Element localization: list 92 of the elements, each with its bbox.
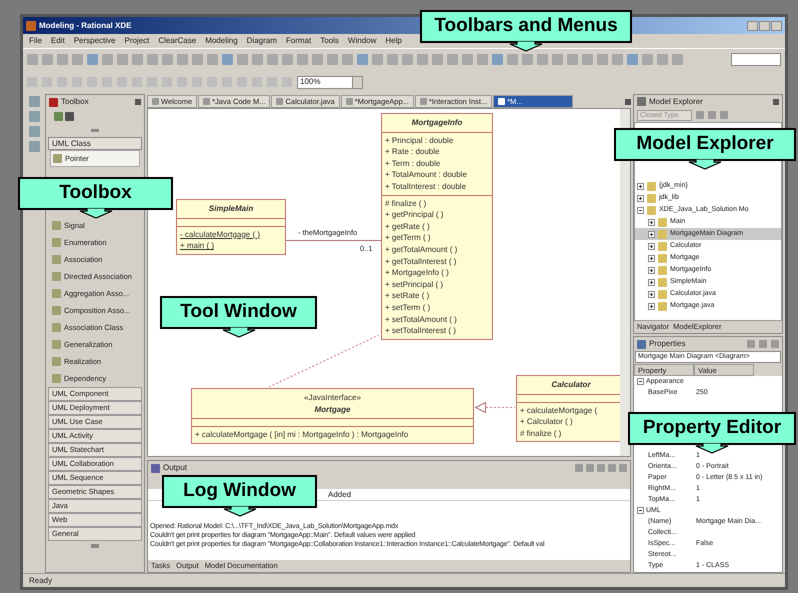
- class-operation: + calculateMortgage (: [520, 404, 598, 416]
- expand-icon[interactable]: [648, 230, 655, 238]
- class-operation: + MortgageInfo ( ): [385, 267, 450, 279]
- class-operation: + Calculator ( ): [520, 416, 574, 428]
- callout-label: Property Editor: [628, 412, 796, 445]
- callout-label: Toolbox: [18, 177, 173, 210]
- scroll-down-icon[interactable]: [91, 544, 99, 548]
- panel-title: Output: [163, 462, 188, 474]
- app-icon[interactable]: [26, 20, 36, 30]
- menu-item[interactable]: Perspective: [74, 35, 116, 47]
- callout-arrow-icon: [509, 41, 543, 52]
- minimize-icon[interactable]: [747, 20, 758, 30]
- realization-arrow: [475, 402, 515, 413]
- expand-icon[interactable]: [648, 290, 655, 298]
- class-operation: # finalize ( ): [520, 428, 562, 440]
- class-operation: - calculateMortgage ( ): [180, 228, 262, 240]
- class-operation: + getTerm ( ): [385, 232, 432, 244]
- menu-item[interactable]: Edit: [50, 35, 65, 47]
- close-icon[interactable]: [771, 20, 782, 30]
- expand-icon[interactable]: [637, 194, 644, 202]
- class-operation: + getTotalAmount ( ): [385, 244, 458, 256]
- class-attribute: + Principal : double: [385, 134, 454, 146]
- status-text: Ready: [29, 574, 52, 586]
- callout-arrow-icon: [222, 506, 256, 517]
- class-operation: + setPrincipal ( ): [385, 278, 444, 290]
- search-field[interactable]: [731, 53, 781, 66]
- menu-item[interactable]: Modeling: [205, 35, 238, 47]
- expand-icon[interactable]: [648, 266, 655, 274]
- tree-icon[interactable]: [637, 97, 646, 106]
- menu-item[interactable]: Project: [124, 35, 150, 47]
- panel-title: Model Explorer: [649, 96, 703, 108]
- class-operation: + calculateMortgage ( [in] mi : MortgageInfo ) : MortgageInfo: [195, 429, 410, 441]
- expand-icon[interactable]: [648, 242, 655, 250]
- menu-item[interactable]: ClearCase: [158, 35, 196, 47]
- callout-label: Tool Window: [160, 296, 317, 329]
- class-name: Mortgage: [314, 404, 352, 416]
- collapse-icon[interactable]: [637, 378, 644, 385]
- menu-item[interactable]: Diagram: [246, 35, 277, 47]
- class-attribute: + Rate : double: [385, 146, 440, 158]
- side-tab-icon[interactable]: [28, 141, 40, 152]
- output-icon[interactable]: [151, 464, 160, 472]
- side-tab-icon[interactable]: [28, 96, 40, 107]
- menu-item[interactable]: Window: [348, 35, 376, 47]
- class-operation: + setTerm ( ): [385, 302, 432, 314]
- expand-icon[interactable]: [648, 278, 655, 286]
- scroll-up-icon[interactable]: [91, 128, 99, 132]
- side-tab-icon[interactable]: [28, 126, 40, 137]
- class-operation: + getPrincipal ( ): [385, 209, 444, 221]
- callout-arrow-icon: [695, 443, 729, 454]
- callout-arrow-icon: [688, 159, 722, 170]
- expand-icon[interactable]: [648, 254, 655, 262]
- toolbox-icon[interactable]: [49, 98, 58, 106]
- class-operation: + setTotalInterest ( ): [385, 325, 457, 337]
- window-title: Modeling - Rational XDE: [39, 20, 132, 32]
- side-tab-icon[interactable]: [28, 111, 40, 122]
- class-name: SimpleMain: [208, 203, 254, 215]
- callout-label: Model Explorer: [614, 128, 796, 161]
- column-header: Added: [328, 488, 352, 500]
- class-stereotype: «JavaInterface»: [303, 392, 362, 404]
- menu-item[interactable]: Tools: [320, 35, 339, 47]
- menu-item[interactable]: Help: [385, 35, 402, 47]
- class-attribute: + Term : double: [385, 158, 442, 170]
- class-operation: + getTotalInterest ( ): [385, 256, 458, 268]
- toolbox-group-header[interactable]: UML Class: [48, 137, 142, 150]
- panel-title: Properties: [649, 338, 686, 350]
- tool-icon[interactable]: [53, 154, 62, 163]
- class-operation: + getRate ( ): [385, 220, 431, 232]
- class-operation: + main ( ): [180, 240, 216, 252]
- callout-label: Toolbars and Menus: [420, 10, 632, 43]
- class-attribute: + TotalInterest : double: [385, 180, 468, 193]
- panel-title: Toolbox: [61, 96, 89, 108]
- class-name: Calculator: [550, 379, 592, 391]
- menu-item[interactable]: Format: [286, 35, 312, 47]
- class-attribute: + TotalAmount : double: [385, 169, 468, 181]
- collapse-icon[interactable]: [637, 507, 644, 514]
- callout-label: Log Window: [162, 475, 317, 508]
- menu-item[interactable]: File: [29, 35, 42, 47]
- callout-arrow-icon: [78, 208, 112, 219]
- class-operation: + setRate ( ): [385, 290, 430, 302]
- callout-arrow-icon: [222, 327, 256, 338]
- close-icon[interactable]: [773, 98, 779, 104]
- file-icon[interactable]: [498, 98, 506, 105]
- collapse-icon[interactable]: [637, 206, 644, 214]
- expand-icon[interactable]: [648, 302, 655, 310]
- expand-icon[interactable]: [637, 182, 644, 190]
- class-operation: # finalize ( ): [385, 198, 428, 210]
- class-name: MortgageInfo: [410, 117, 464, 129]
- expand-icon[interactable]: [648, 218, 655, 226]
- properties-icon[interactable]: [637, 340, 646, 348]
- maximize-icon[interactable]: [759, 20, 770, 30]
- zoom-combo[interactable]: 100%: [297, 76, 363, 88]
- class-operation: + setTotalAmount ( ): [385, 314, 458, 326]
